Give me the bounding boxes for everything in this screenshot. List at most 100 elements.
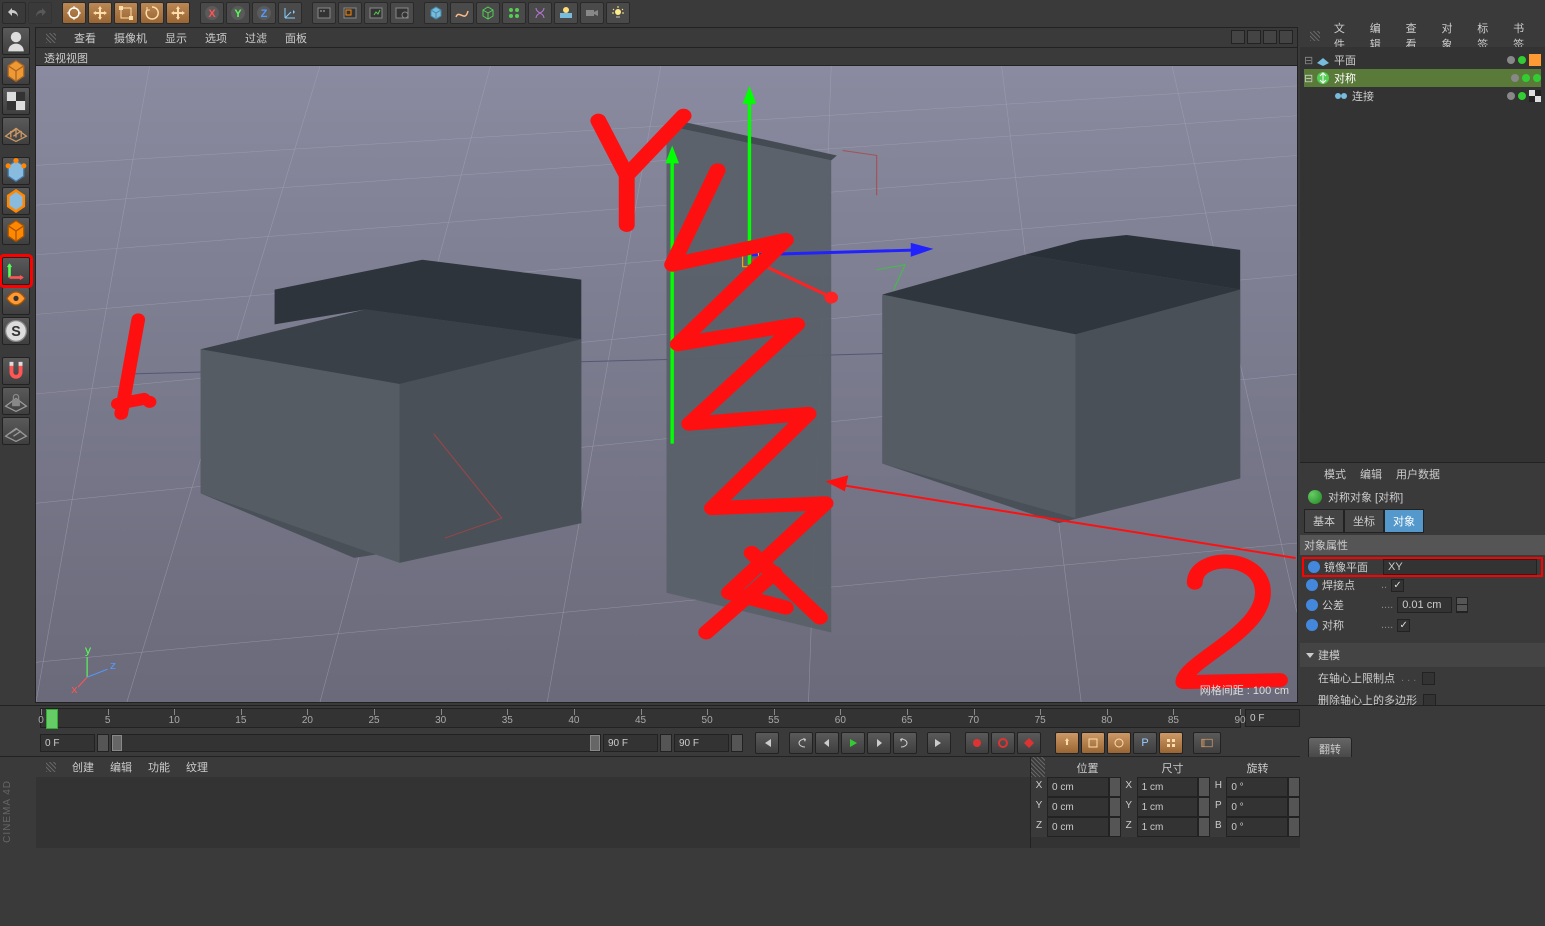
render-view-button[interactable] [312, 2, 336, 24]
size-input[interactable]: 1 cm [1137, 817, 1199, 837]
function-menu[interactable]: 功能 [148, 759, 170, 775]
object-row-connect[interactable]: 连接 [1304, 87, 1541, 105]
viewport-solo-button[interactable] [2, 287, 30, 315]
limit-points-checkbox[interactable] [1422, 672, 1435, 685]
deformer-button[interactable] [528, 2, 552, 24]
timeline-ruler[interactable]: 051015202530354045505560657075808590 [40, 708, 1241, 728]
edges-mode-button[interactable] [2, 187, 30, 215]
key-pla-button[interactable] [1159, 732, 1183, 754]
key-param-button[interactable]: P [1133, 732, 1157, 754]
render-region-button[interactable] [338, 2, 362, 24]
mode-menu[interactable]: 模式 [1324, 466, 1346, 482]
display-menu[interactable]: 显示 [165, 30, 187, 46]
enable-axis-button[interactable] [2, 257, 30, 285]
move-tool[interactable] [88, 2, 112, 24]
cube-primitive-button[interactable] [424, 2, 448, 24]
spinner[interactable] [1288, 797, 1300, 817]
key-pos-button[interactable] [1055, 732, 1079, 754]
edit-menu[interactable]: 编辑 [110, 759, 132, 775]
tag-checker-icon[interactable] [1529, 90, 1541, 102]
range-slider[interactable] [111, 734, 601, 752]
light-button[interactable] [606, 2, 630, 24]
render-picture-button[interactable] [364, 2, 388, 24]
tag-icon[interactable] [1529, 54, 1541, 66]
tab-object[interactable]: 对象 [1384, 509, 1424, 533]
size-input[interactable]: 1 cm [1137, 797, 1199, 817]
weld-checkbox[interactable] [1391, 579, 1404, 592]
spinner[interactable] [1109, 817, 1121, 837]
texture-menu[interactable]: 纹理 [186, 759, 208, 775]
last-tool[interactable] [166, 2, 190, 24]
timeline-cursor[interactable] [46, 709, 58, 729]
tab-coord[interactable]: 坐标 [1344, 509, 1384, 533]
modeling-header[interactable]: 建模 [1300, 643, 1545, 667]
camera-menu[interactable]: 摄像机 [114, 30, 147, 46]
start-spinner[interactable] [97, 734, 109, 752]
create-menu[interactable]: 创建 [72, 759, 94, 775]
model-mode-button[interactable] [2, 57, 30, 85]
viewport-canvas[interactable]: y z x [36, 66, 1297, 702]
record-button[interactable] [965, 732, 989, 754]
autokey-button[interactable] [991, 732, 1015, 754]
layout-button[interactable] [1193, 732, 1221, 754]
position-input[interactable]: 0 cm [1047, 777, 1109, 797]
prev-key-button[interactable] [789, 732, 813, 754]
z-axis-button[interactable]: Z [252, 2, 276, 24]
spinner[interactable] [1198, 817, 1210, 837]
y-axis-button[interactable]: Y [226, 2, 250, 24]
end-spinner[interactable] [660, 734, 672, 752]
size-input[interactable]: 1 cm [1137, 777, 1199, 797]
filter-menu[interactable]: 过滤 [245, 30, 267, 46]
view-menu[interactable]: 查看 [74, 30, 96, 46]
x-axis-button[interactable]: X [200, 2, 224, 24]
next-frame-button[interactable] [867, 732, 891, 754]
range-start-handle[interactable] [112, 735, 122, 751]
goto-start-button[interactable] [755, 732, 779, 754]
environment-button[interactable] [554, 2, 578, 24]
edit-menu[interactable]: 编辑 [1360, 466, 1382, 482]
drag-handle-icon[interactable] [1031, 757, 1045, 777]
spinner[interactable] [1198, 777, 1210, 797]
camera-button[interactable] [580, 2, 604, 24]
options-menu[interactable]: 选项 [205, 30, 227, 46]
polygons-mode-button[interactable] [2, 217, 30, 245]
redo-button[interactable] [28, 2, 52, 24]
panel-menu[interactable]: 面板 [285, 30, 307, 46]
object-tree[interactable]: ⊟ 平面 ⊟ 对称 连接 [1300, 47, 1545, 462]
vp-zoom-icon[interactable] [1247, 30, 1261, 44]
drag-handle-icon[interactable] [46, 762, 56, 772]
object-row-symmetry[interactable]: ⊟ 对称 [1304, 69, 1541, 87]
spinner[interactable] [1288, 817, 1300, 837]
position-input[interactable]: 0 cm [1047, 797, 1109, 817]
userdata-menu[interactable]: 用户数据 [1396, 466, 1440, 482]
keyframe-sel-button[interactable] [1017, 732, 1041, 754]
texture-mode-button[interactable] [2, 87, 30, 115]
scale-tool[interactable] [114, 2, 138, 24]
spinner[interactable] [1109, 797, 1121, 817]
spinner[interactable] [1288, 777, 1300, 797]
range-end-handle[interactable] [590, 735, 600, 751]
rotation-input[interactable]: 0 ° [1226, 777, 1288, 797]
snap-button[interactable]: S [2, 317, 30, 345]
end-frame-field[interactable]: 90 F [603, 734, 658, 752]
workplane-button[interactable] [2, 117, 30, 145]
symmetric-checkbox[interactable] [1397, 619, 1410, 632]
position-input[interactable]: 0 cm [1047, 817, 1109, 837]
tab-basic[interactable]: 基本 [1304, 509, 1344, 533]
locked-workplane-button[interactable] [2, 387, 30, 415]
drag-handle-icon[interactable] [1310, 31, 1320, 41]
nurbs-button[interactable] [476, 2, 500, 24]
points-mode-button[interactable] [2, 157, 30, 185]
current-spinner[interactable] [731, 734, 743, 752]
goto-end-button[interactable] [927, 732, 951, 754]
prev-frame-button[interactable] [815, 732, 839, 754]
current-frame-field[interactable]: 90 F [674, 734, 729, 752]
rotation-input[interactable]: 0 ° [1226, 817, 1288, 837]
drag-handle-icon[interactable] [46, 33, 56, 43]
rotation-input[interactable]: 0 ° [1226, 797, 1288, 817]
spinner[interactable] [1198, 797, 1210, 817]
array-button[interactable] [502, 2, 526, 24]
rotate-tool[interactable] [140, 2, 164, 24]
vp-rotate-icon[interactable] [1263, 30, 1277, 44]
make-editable-button[interactable] [2, 27, 30, 55]
